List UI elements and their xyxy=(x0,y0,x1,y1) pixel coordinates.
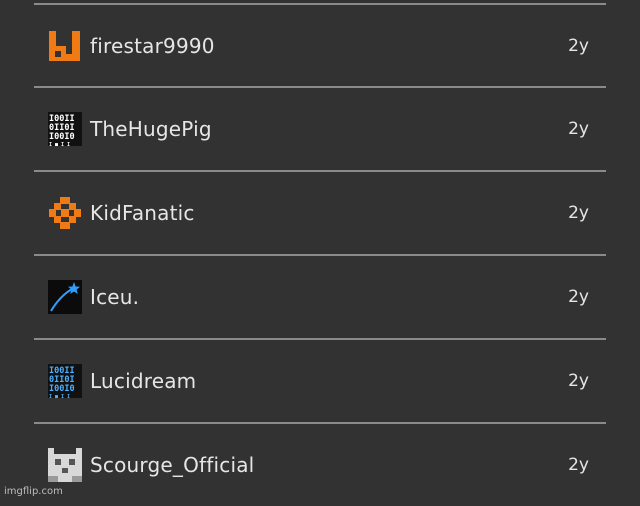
svg-text:I00I0: I00I0 xyxy=(49,384,75,394)
list-item-scourge-official[interactable]: Scourge_Official 2y xyxy=(34,424,606,506)
timestamp: 2y xyxy=(568,203,589,223)
username[interactable]: KidFanatic xyxy=(90,201,195,225)
timestamp: 2y xyxy=(568,287,589,307)
list-item-firestar9990[interactable]: firestar9990 2y xyxy=(34,5,606,87)
username[interactable]: firestar9990 xyxy=(90,34,215,58)
list-item-iceu[interactable]: Iceu. 2y xyxy=(34,256,606,338)
orange-block-logo-icon xyxy=(48,29,82,63)
timestamp: 2y xyxy=(568,455,589,475)
svg-text:I00I0: I00I0 xyxy=(49,132,75,142)
username[interactable]: Scourge_Official xyxy=(90,453,254,477)
timestamp: 2y xyxy=(568,371,589,391)
binary-code-avatar-icon: I00II 0II0I I00I0 I ■ I I xyxy=(48,112,82,146)
watermark: imgflip.com xyxy=(4,486,63,497)
svg-text:I ■ I I: I ■ I I xyxy=(49,142,70,146)
svg-text:I ■ I I: I ■ I I xyxy=(49,394,70,398)
username[interactable]: Iceu. xyxy=(90,285,139,309)
username[interactable]: Lucidream xyxy=(90,369,196,393)
pixel-cat-face-icon xyxy=(48,448,82,482)
timestamp: 2y xyxy=(568,36,589,56)
blue-binary-code-avatar-icon: I00II 0II0I I00I0 I ■ I I xyxy=(48,364,82,398)
shooting-star-avatar-icon xyxy=(48,280,82,314)
username[interactable]: TheHugePig xyxy=(90,117,212,141)
list-item-lucidream[interactable]: I00II 0II0I I00I0 I ■ I I Lucidream 2y xyxy=(34,340,606,422)
orange-pixel-diamond-icon xyxy=(48,196,82,230)
list-item-thehugepig[interactable]: I00II 0II0I I00I0 I ■ I I TheHugePig 2y xyxy=(34,88,606,170)
timestamp: 2y xyxy=(568,119,589,139)
list-item-kidfanatic[interactable]: KidFanatic 2y xyxy=(34,172,606,254)
